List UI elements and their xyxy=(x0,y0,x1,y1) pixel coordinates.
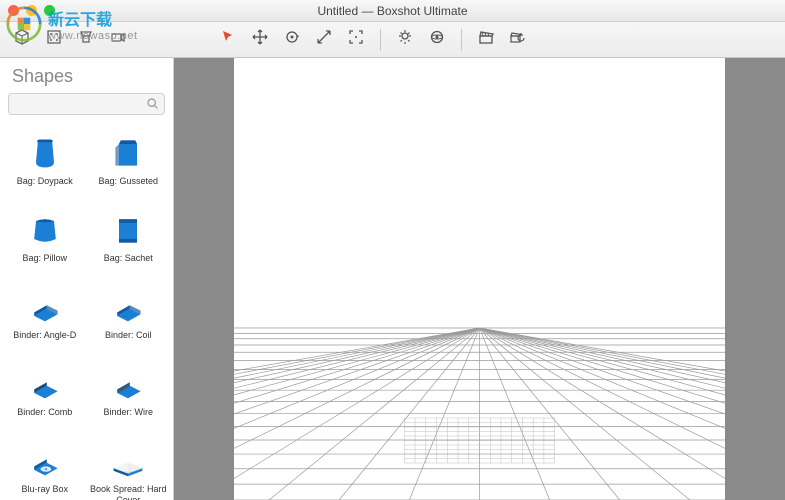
add-camera-button[interactable] xyxy=(104,27,132,53)
fit-tool-button[interactable] xyxy=(342,27,370,53)
shape-label: Binder: Angle-D xyxy=(13,330,76,350)
toolbar-separator xyxy=(461,29,462,51)
lighting-button[interactable] xyxy=(391,27,419,53)
shape-item[interactable]: Bag: Sachet xyxy=(88,204,170,279)
shape-label: Bag: Sachet xyxy=(104,253,153,273)
viewport-3d[interactable] xyxy=(174,58,785,500)
binder-comb-icon xyxy=(25,364,65,404)
shape-item[interactable]: Binder: Angle-D xyxy=(4,281,86,356)
fit-icon xyxy=(348,29,364,50)
sidebar-title: Shapes xyxy=(0,58,173,93)
shapes-scroll[interactable]: Bag: Doypack Bag: Gusseted Bag: Pillow Bag:… xyxy=(0,123,173,500)
bag-gusseted-icon xyxy=(108,133,148,173)
window-titlebar: Untitled — Boxshot Ultimate xyxy=(0,0,785,22)
book-spread-icon xyxy=(108,441,148,481)
sphere-icon xyxy=(429,29,445,50)
bulb-icon xyxy=(397,29,413,50)
shape-label: Bag: Gusseted xyxy=(98,176,158,196)
window-controls xyxy=(8,5,55,16)
camera-icon xyxy=(110,29,126,50)
shape-item[interactable]: Bag: Gusseted xyxy=(88,127,170,202)
render-button[interactable] xyxy=(472,27,500,53)
pointer-icon xyxy=(220,29,236,50)
main-toolbar xyxy=(0,22,785,58)
shape-item[interactable]: Binder: Comb xyxy=(4,358,86,433)
image-icon xyxy=(78,29,94,50)
add-text-button[interactable] xyxy=(40,27,68,53)
environment-button[interactable] xyxy=(423,27,451,53)
shape-label: Book Spread: Hard Cover xyxy=(90,484,168,500)
shapes-sidebar: Shapes Bag: Doypack Bag: Gusseted Bag: Pil… xyxy=(0,58,174,500)
shape-label: Binder: Coil xyxy=(105,330,152,350)
select-tool-button[interactable] xyxy=(214,27,242,53)
binder-icon xyxy=(108,287,148,327)
rotate-icon xyxy=(284,29,300,50)
binder-wire-icon xyxy=(108,364,148,404)
clapper-redo-icon xyxy=(510,29,526,50)
add-image-button[interactable] xyxy=(72,27,100,53)
shape-item[interactable]: Blu-ray Box xyxy=(4,435,86,500)
scale-icon xyxy=(316,29,332,50)
clapper-icon xyxy=(478,29,494,50)
shapes-search-input[interactable] xyxy=(8,93,165,115)
bag-sachet-icon xyxy=(108,210,148,250)
window-title: Untitled — Boxshot Ultimate xyxy=(0,4,785,18)
shape-item[interactable]: Bag: Pillow xyxy=(4,204,86,279)
shape-label: Binder: Comb xyxy=(17,407,72,427)
shape-label: Binder: Wire xyxy=(103,407,153,427)
shape-item[interactable]: Binder: Wire xyxy=(88,358,170,433)
toolbar-separator xyxy=(380,29,381,51)
shape-item[interactable]: Binder: Coil xyxy=(88,281,170,356)
bag-pillow-icon xyxy=(25,210,65,250)
shape-item[interactable]: Bag: Doypack xyxy=(4,127,86,202)
cube-icon xyxy=(14,29,30,50)
bluray-icon xyxy=(25,441,65,481)
shape-label: Bag: Doypack xyxy=(17,176,73,196)
shape-item[interactable]: Book Spread: Hard Cover xyxy=(88,435,170,500)
close-window-button[interactable] xyxy=(8,5,19,16)
ground-grid xyxy=(234,58,725,500)
scale-tool-button[interactable] xyxy=(310,27,338,53)
render-again-button[interactable] xyxy=(504,27,532,53)
add-shape-button[interactable] xyxy=(8,27,36,53)
text-icon xyxy=(46,29,62,50)
move-icon xyxy=(252,29,268,50)
move-tool-button[interactable] xyxy=(246,27,274,53)
shapes-search xyxy=(8,93,165,115)
bag-doypack-icon xyxy=(25,133,65,173)
shape-label: Bag: Pillow xyxy=(22,253,67,273)
binder-icon xyxy=(25,287,65,327)
rotate-tool-button[interactable] xyxy=(278,27,306,53)
minimize-window-button[interactable] xyxy=(26,5,37,16)
shape-label: Blu-ray Box xyxy=(21,484,68,500)
zoom-window-button[interactable] xyxy=(44,5,55,16)
render-area xyxy=(234,58,725,500)
